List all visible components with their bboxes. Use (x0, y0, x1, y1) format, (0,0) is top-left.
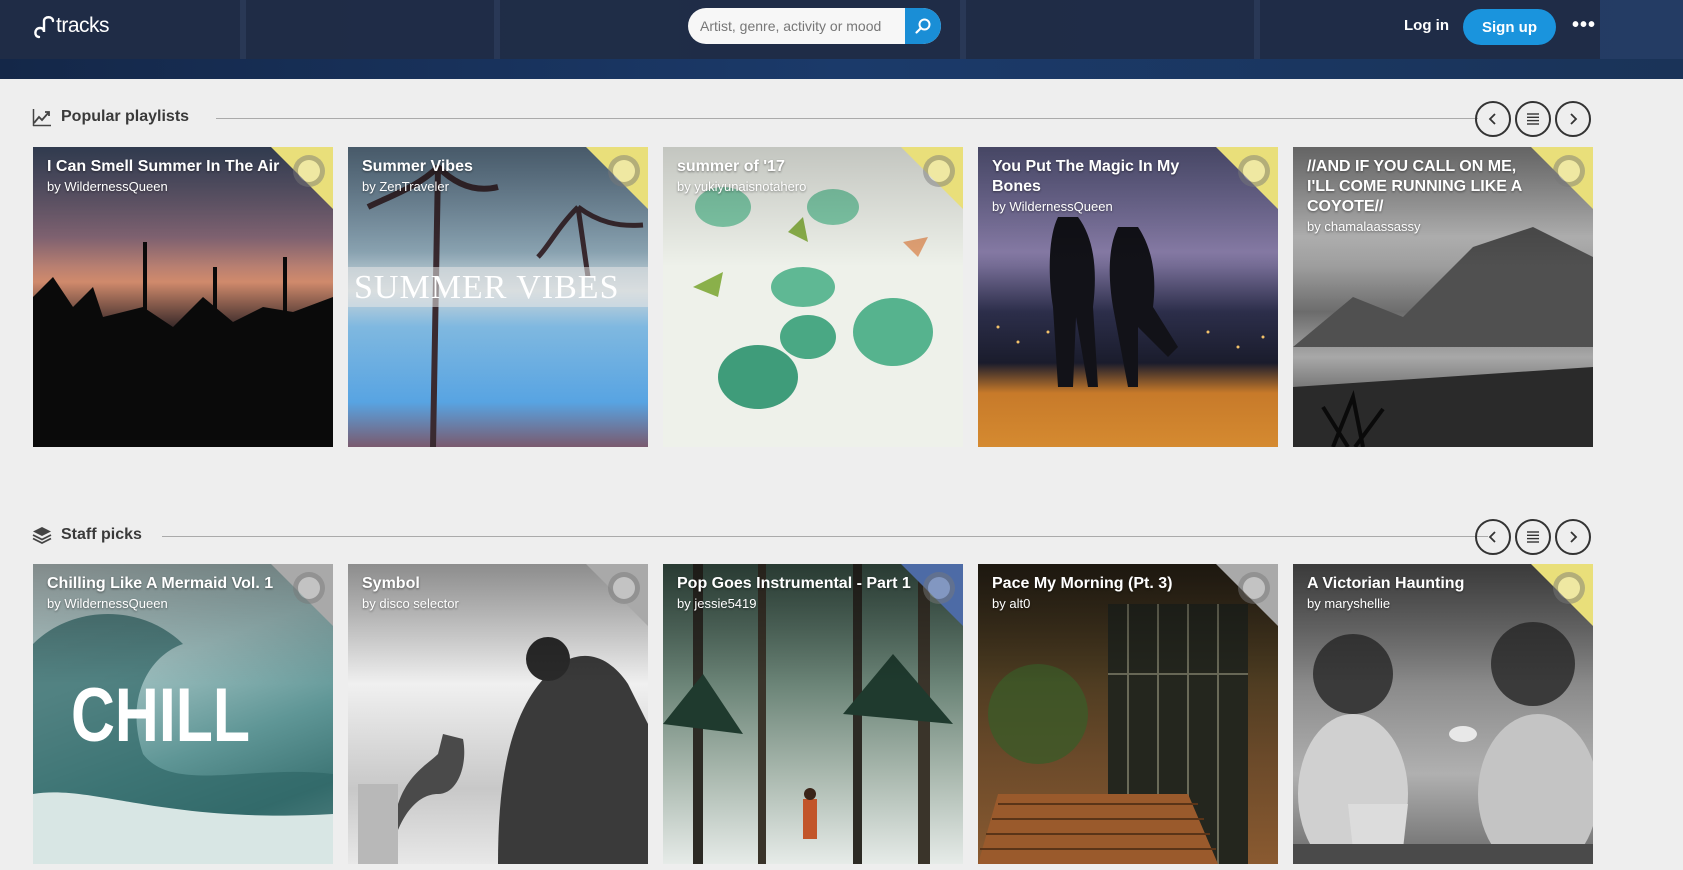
list-icon (1527, 531, 1539, 543)
playlist-title: Pop Goes Instrumental - Part 1 by jessie… (677, 574, 917, 613)
playlist-title-text: A Victorian Haunting (1307, 575, 1465, 592)
playlist-title-text: Chilling Like A Mermaid Vol. 1 (47, 575, 274, 592)
playlist-title: Symbol by disco selector (362, 574, 602, 613)
vinyl-disc-icon (608, 572, 640, 604)
playlist-title-text: Pace My Morning (Pt. 3) (992, 575, 1173, 592)
playlist-card[interactable]: A Victorian Haunting by maryshellie (1293, 564, 1593, 864)
playlist-card[interactable]: //AND IF YOU CALL ON ME, I'LL COME RUNNI… (1293, 147, 1593, 447)
header-hero-strip (0, 59, 1683, 79)
artwork-text: SUMMER VIBES (354, 269, 620, 306)
playlist-title-text: summer of '17 (677, 158, 785, 175)
playlist-author[interactable]: by maryshellie (1307, 595, 1547, 613)
playlist-card[interactable]: You Put The Magic In My Bones by Wildern… (978, 147, 1278, 447)
playlist-author[interactable]: by ZenTraveler (362, 178, 602, 196)
playlist-card[interactable]: CHILL Chilling Like A Mermaid Vol. 1 by … (33, 564, 333, 864)
vinyl-disc-icon (1553, 155, 1585, 187)
chevron-right-icon (1570, 531, 1578, 543)
playlist-title-text: Symbol (362, 575, 420, 592)
playlist-title-text: Pop Goes Instrumental - Part 1 (677, 575, 911, 592)
section-title: Popular playlists (61, 108, 190, 125)
playlist-author[interactable]: by WildernessQueen (47, 595, 287, 613)
login-link[interactable]: Log in (1404, 17, 1449, 34)
playlist-title: I Can Smell Summer In The Air by Wildern… (47, 157, 287, 196)
carousel-list-button[interactable] (1515, 519, 1551, 555)
carousel-prev-button[interactable] (1475, 101, 1511, 137)
carousel-list-button[interactable] (1515, 101, 1551, 137)
layers-icon (32, 527, 52, 545)
carousel-next-button[interactable] (1555, 101, 1591, 137)
playlist-card[interactable]: I Can Smell Summer In The Air by Wildern… (33, 147, 333, 447)
playlist-card[interactable]: Symbol by disco selector (348, 564, 648, 864)
tracks-logo[interactable]: tracks (33, 12, 110, 40)
playlist-title-text: Summer Vibes (362, 158, 473, 175)
playlist-author[interactable]: by yukiyunaisnotahero (677, 178, 917, 196)
chevron-left-icon (1488, 531, 1496, 543)
more-menu-icon[interactable]: ••• (1572, 15, 1596, 35)
vinyl-disc-icon (923, 572, 955, 604)
section-divider (162, 536, 1488, 537)
playlist-card[interactable]: Pace My Morning (Pt. 3) by alt0 (978, 564, 1278, 864)
playlist-title: Chilling Like A Mermaid Vol. 1 by Wilder… (47, 574, 287, 613)
vinyl-disc-icon (923, 155, 955, 187)
playlist-title: You Put The Magic In My Bones by Wildern… (992, 157, 1232, 216)
playlist-title-text: You Put The Magic In My Bones (992, 158, 1180, 195)
search-input[interactable] (700, 8, 890, 44)
playlist-title: A Victorian Haunting by maryshellie (1307, 574, 1547, 613)
playlist-card[interactable]: Pop Goes Instrumental - Part 1 by jessie… (663, 564, 963, 864)
playlist-author[interactable]: by disco selector (362, 595, 602, 613)
chevron-left-icon (1488, 113, 1496, 125)
trending-up-icon (32, 109, 51, 127)
section-divider (216, 118, 1478, 119)
search-button[interactable] (905, 8, 941, 44)
tracks-logo-icon (34, 16, 55, 39)
playlist-card[interactable]: SUMMER VIBES Summer Vibes by ZenTraveler (348, 147, 648, 447)
playlist-card[interactable]: summer of '17 by yukiyunaisnotahero (663, 147, 963, 447)
artwork-text: CHILL (71, 673, 250, 758)
playlist-title: summer of '17 by yukiyunaisnotahero (677, 157, 917, 196)
vinyl-disc-icon (1238, 572, 1270, 604)
search-box (688, 8, 941, 44)
playlist-author[interactable]: by WildernessQueen (992, 198, 1232, 216)
playlist-title: Pace My Morning (Pt. 3) by alt0 (992, 574, 1232, 613)
vinyl-disc-icon (293, 572, 325, 604)
vinyl-disc-icon (293, 155, 325, 187)
carousel-next-button[interactable] (1555, 519, 1591, 555)
playlist-author[interactable]: by WildernessQueen (47, 178, 287, 196)
vinyl-disc-icon (1553, 572, 1585, 604)
signup-button[interactable]: Sign up (1463, 9, 1556, 45)
vinyl-disc-icon (1238, 155, 1270, 187)
playlist-title: Summer Vibes by ZenTraveler (362, 157, 602, 196)
list-icon (1527, 113, 1539, 125)
vinyl-disc-icon (608, 155, 640, 187)
playlist-title: //AND IF YOU CALL ON ME, I'LL COME RUNNI… (1307, 157, 1547, 236)
playlist-title-text: I Can Smell Summer In The Air (47, 158, 280, 175)
chevron-right-icon (1570, 113, 1578, 125)
playlist-author[interactable]: by jessie5419 (677, 595, 917, 613)
logo-text: tracks (56, 14, 110, 37)
playlist-author[interactable]: by alt0 (992, 595, 1232, 613)
search-icon (915, 18, 931, 34)
section-header-staff-picks: Staff picks (32, 519, 1594, 555)
playlist-title-text: //AND IF YOU CALL ON ME, I'LL COME RUNNI… (1307, 158, 1522, 215)
top-navigation-bar: tracks Log in Sign up ••• (0, 0, 1683, 79)
section-header-popular-playlists: Popular playlists (32, 101, 1594, 137)
carousel-prev-button[interactable] (1475, 519, 1511, 555)
playlist-author[interactable]: by chamalaassassy (1307, 218, 1547, 236)
section-title: Staff picks (61, 526, 142, 543)
